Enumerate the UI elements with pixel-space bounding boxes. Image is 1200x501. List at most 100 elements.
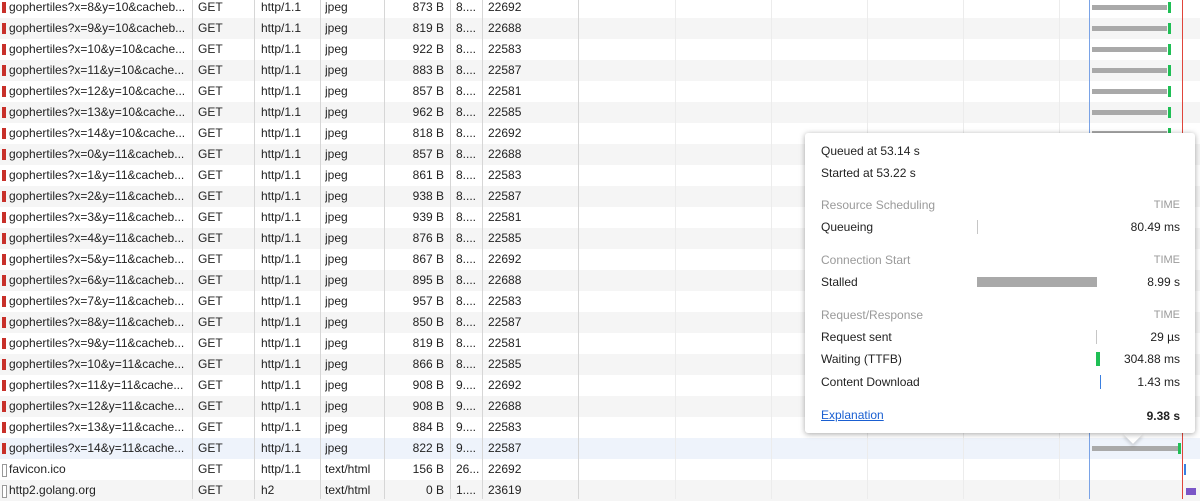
cell-method: GET bbox=[198, 399, 223, 413]
cell-method: GET bbox=[198, 441, 223, 455]
time-header: TIME bbox=[1153, 309, 1180, 321]
cell-conn: 22583 bbox=[488, 420, 522, 434]
waterfall-mark bbox=[1186, 488, 1196, 495]
cell-type: jpeg bbox=[325, 315, 348, 329]
request-row[interactable]: http2.golang.org GET h2 text/html 0 B 1.... 23… bbox=[0, 480, 1200, 501]
cell-time: 9.... bbox=[456, 420, 477, 434]
content-download-label: Content Download bbox=[821, 375, 920, 389]
column-divider bbox=[384, 0, 385, 499]
cell-type: jpeg bbox=[325, 252, 348, 266]
cell-conn: 22585 bbox=[488, 231, 522, 245]
cell-time: 8.... bbox=[456, 168, 477, 182]
waterfall-waiting-mark bbox=[1168, 2, 1171, 13]
cell-type: jpeg bbox=[325, 126, 348, 140]
cell-conn: 22688 bbox=[488, 399, 522, 413]
stalled-bar bbox=[977, 277, 1097, 287]
cell-protocol: http/1.1 bbox=[261, 168, 302, 182]
cell-name: gophertiles?x=13&y=11&cache... bbox=[9, 420, 185, 434]
cell-conn: 22688 bbox=[488, 273, 522, 287]
cell-name: gophertiles?x=11&y=11&cache... bbox=[9, 378, 184, 392]
cell-name: gophertiles?x=10&y=10&cache... bbox=[9, 42, 186, 56]
request-row[interactable]: gophertiles?x=9&y=10&cacheb... GET http/1.… bbox=[0, 18, 1200, 39]
cell-protocol: http/1.1 bbox=[261, 147, 302, 161]
explanation-link[interactable]: Explanation bbox=[821, 408, 884, 422]
cell-time: 8.... bbox=[456, 273, 477, 287]
cell-conn: 22583 bbox=[488, 168, 522, 182]
section-title-resource-scheduling: Resource Scheduling bbox=[821, 198, 936, 212]
cell-size: 822 B bbox=[412, 441, 444, 455]
image-file-icon bbox=[2, 86, 6, 97]
cell-method: GET bbox=[198, 252, 223, 266]
cell-time: 8.... bbox=[456, 252, 477, 266]
image-file-icon bbox=[2, 2, 6, 13]
cell-time: 8.... bbox=[456, 84, 477, 98]
request-row[interactable]: favicon.ico GET http/1.1 text/html 156 B 26..… bbox=[0, 459, 1200, 480]
request-row[interactable]: gophertiles?x=13&y=10&cache... GET http/1.… bbox=[0, 102, 1200, 123]
cell-protocol: http/1.1 bbox=[261, 357, 302, 371]
cell-method: GET bbox=[198, 147, 223, 161]
cell-time: 8.... bbox=[456, 294, 477, 308]
cell-name: gophertiles?x=12&y=10&cache... bbox=[9, 84, 186, 98]
cell-size: 962 B bbox=[412, 105, 444, 119]
content-download-value: 1.43 ms bbox=[1137, 375, 1180, 389]
column-divider bbox=[320, 0, 321, 499]
cell-time: 26... bbox=[456, 462, 480, 476]
request-row[interactable]: gophertiles?x=10&y=10&cache... GET http/1.… bbox=[0, 39, 1200, 60]
cell-type: jpeg bbox=[325, 210, 348, 224]
request-sent-value: 29 µs bbox=[1150, 330, 1180, 344]
cell-time: 9.... bbox=[456, 441, 477, 455]
waiting-ttfb-label: Waiting (TTFB) bbox=[821, 352, 902, 366]
cell-protocol: http/1.1 bbox=[261, 294, 302, 308]
cell-method: GET bbox=[198, 420, 223, 434]
request-row[interactable]: gophertiles?x=8&y=10&cacheb... GET http/1.… bbox=[0, 0, 1200, 18]
cell-type: jpeg bbox=[325, 84, 348, 98]
cell-method: GET bbox=[198, 105, 223, 119]
content-download-bar bbox=[1100, 375, 1101, 389]
cell-method: GET bbox=[198, 231, 223, 245]
request-row[interactable]: gophertiles?x=14&y=11&cache... GET http/1.… bbox=[0, 438, 1200, 459]
cell-protocol: http/1.1 bbox=[261, 315, 302, 329]
request-row[interactable]: gophertiles?x=11&y=10&cache... GET http/1.… bbox=[0, 60, 1200, 81]
waterfall-waiting-mark bbox=[1178, 443, 1181, 454]
cell-protocol: http/1.1 bbox=[261, 21, 302, 35]
cell-name: gophertiles?x=3&y=11&cacheb... bbox=[9, 210, 185, 224]
cell-method: GET bbox=[198, 21, 223, 35]
cell-protocol: http/1.1 bbox=[261, 126, 302, 140]
cell-method: GET bbox=[198, 336, 223, 350]
image-file-icon bbox=[2, 401, 6, 412]
cell-size: 850 B bbox=[412, 315, 444, 329]
cell-type: jpeg bbox=[325, 357, 348, 371]
cell-size: 908 B bbox=[412, 378, 444, 392]
cell-time: 8.... bbox=[456, 42, 477, 56]
cell-time: 8.... bbox=[456, 105, 477, 119]
cell-name: favicon.ico bbox=[9, 462, 66, 476]
cell-conn: 22581 bbox=[488, 84, 522, 98]
cell-method: GET bbox=[198, 126, 223, 140]
cell-time: 8.... bbox=[456, 63, 477, 77]
cell-protocol: http/1.1 bbox=[261, 231, 302, 245]
waterfall-gridline bbox=[675, 0, 676, 499]
cell-conn: 22692 bbox=[488, 462, 522, 476]
image-file-icon bbox=[2, 170, 6, 181]
cell-time: 8.... bbox=[456, 0, 477, 14]
cell-protocol: http/1.1 bbox=[261, 189, 302, 203]
request-row[interactable]: gophertiles?x=12&y=10&cache... GET http/1.… bbox=[0, 81, 1200, 102]
column-divider bbox=[578, 0, 579, 499]
cell-type: text/html bbox=[325, 483, 371, 497]
cell-size: 0 B bbox=[425, 483, 444, 497]
cell-protocol: http/1.1 bbox=[261, 336, 302, 350]
cell-method: GET bbox=[198, 210, 223, 224]
cell-type: jpeg bbox=[325, 399, 348, 413]
cell-type: jpeg bbox=[325, 441, 348, 455]
cell-protocol: http/1.1 bbox=[261, 441, 302, 455]
image-file-icon bbox=[2, 296, 6, 307]
cell-name: gophertiles?x=14&y=10&cache... bbox=[9, 126, 186, 140]
queueing-bar bbox=[977, 220, 978, 234]
cell-size: 895 B bbox=[412, 273, 444, 287]
cell-type: jpeg bbox=[325, 0, 348, 14]
cell-name: http2.golang.org bbox=[9, 483, 96, 497]
image-file-icon bbox=[2, 128, 6, 139]
waterfall-waiting-mark bbox=[1168, 107, 1171, 118]
cell-name: gophertiles?x=13&y=10&cache... bbox=[9, 105, 186, 119]
cell-time: 1.... bbox=[456, 483, 477, 497]
